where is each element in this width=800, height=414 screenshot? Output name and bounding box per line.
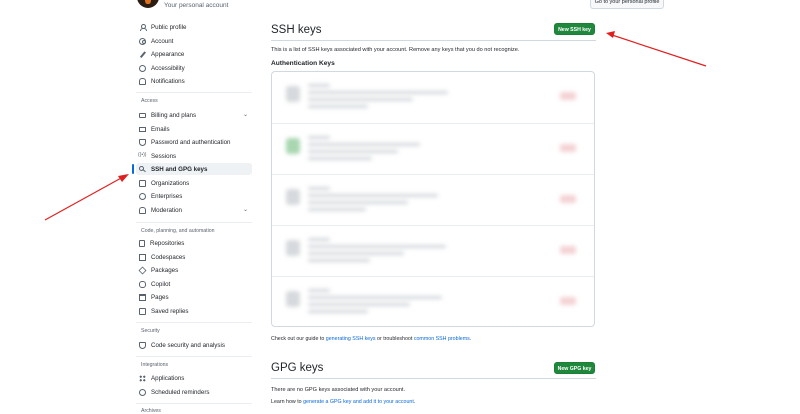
annotation-arrow [606, 31, 707, 67]
annotation-arrow [44, 174, 129, 221]
annotation-overlay [44, 31, 707, 221]
